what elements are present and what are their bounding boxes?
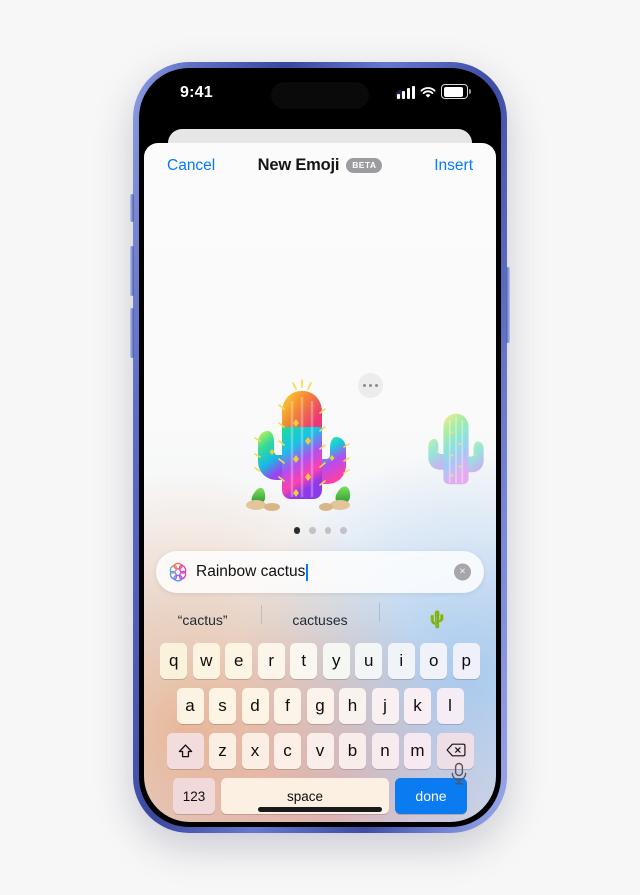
key-d[interactable]: d	[241, 688, 269, 724]
key-x[interactable]: x	[241, 733, 269, 769]
pastel-rainbow-cactus-emoji[interactable]	[412, 405, 496, 493]
key-e[interactable]: e	[225, 643, 253, 679]
prompt-text-value: Rainbow cactus	[196, 563, 306, 580]
page-dot-4[interactable]	[340, 527, 347, 534]
emoji-prompt-input[interactable]: Rainbow cactus ×	[156, 551, 484, 593]
key-z[interactable]: z	[209, 733, 236, 769]
key-c[interactable]: c	[274, 733, 301, 769]
key-y[interactable]: y	[322, 643, 350, 679]
numeric-mode-key[interactable]: 123	[173, 778, 215, 814]
key-a[interactable]: a	[176, 688, 204, 724]
key-t[interactable]: t	[290, 643, 318, 679]
prediction-quoted-word[interactable]: “cactus”	[144, 612, 261, 628]
shift-key[interactable]	[166, 733, 204, 769]
key-u[interactable]: u	[355, 643, 383, 679]
shift-arrow-icon	[176, 742, 195, 761]
wifi-icon	[420, 86, 436, 99]
prediction-word[interactable]: cactuses	[261, 605, 378, 628]
rainbow-cactus-emoji[interactable]	[232, 375, 372, 515]
key-l[interactable]: l	[436, 688, 464, 724]
key-h[interactable]: h	[339, 688, 366, 724]
predictive-text-bar: “cactus” cactuses 🌵	[144, 603, 496, 637]
new-emoji-sheet: Cancel New Emoji BETA Insert Rainbow cac…	[144, 143, 496, 822]
prediction-emoji[interactable]: 🌵	[378, 603, 496, 630]
key-o[interactable]: o	[420, 643, 448, 679]
cellular-signal-icon	[397, 86, 415, 99]
power-button[interactable]	[506, 267, 510, 343]
battery-icon	[441, 84, 471, 99]
status-bar: 9:41	[144, 73, 496, 121]
home-indicator	[258, 807, 382, 812]
key-s[interactable]: s	[209, 688, 236, 724]
volume-up-button[interactable]	[130, 246, 134, 296]
key-v[interactable]: v	[306, 733, 334, 769]
key-w[interactable]: w	[192, 643, 220, 679]
keyboard-row-2: a s d f g h j k l	[147, 688, 493, 724]
key-g[interactable]: g	[306, 688, 334, 724]
phone-bezel: 9:41 Cancel New Emoji BETA Insert Rainbo…	[139, 68, 501, 827]
microphone-icon[interactable]	[449, 762, 469, 786]
key-p[interactable]: p	[452, 643, 480, 679]
key-n[interactable]: n	[371, 733, 399, 769]
text-cursor	[306, 563, 309, 581]
key-j[interactable]: j	[371, 688, 399, 724]
key-k[interactable]: k	[404, 688, 431, 724]
carousel-page-dots[interactable]	[144, 527, 496, 534]
keyboard-row-1: q w e r t y u i o p	[147, 643, 493, 679]
key-q[interactable]: q	[160, 643, 188, 679]
iphone-device-frame: 9:41 Cancel New Emoji BETA Insert Rainbo…	[130, 62, 510, 833]
page-dot-2[interactable]	[309, 527, 316, 534]
onscreen-keyboard: q w e r t y u i o p a s d f g h j k l z …	[144, 639, 496, 822]
dynamic-island	[271, 82, 406, 109]
page-title: New Emoji	[257, 156, 340, 174]
phone-screen: 9:41 Cancel New Emoji BETA Insert Rainbo…	[144, 73, 496, 822]
key-i[interactable]: i	[387, 643, 415, 679]
beta-badge: BETA	[346, 158, 383, 173]
keyboard-row-3: z x c v b n m	[147, 733, 493, 769]
key-f[interactable]: f	[274, 688, 301, 724]
action-button[interactable]	[130, 194, 134, 222]
key-b[interactable]: b	[339, 733, 366, 769]
clear-text-button[interactable]: ×	[454, 563, 471, 581]
prompt-input-row: Rainbow cactus ×	[144, 551, 496, 593]
status-indicators	[397, 84, 471, 99]
volume-down-button[interactable]	[130, 308, 134, 358]
page-dot-1[interactable]	[293, 527, 300, 534]
emoji-preview-carousel[interactable]	[144, 195, 496, 534]
status-time: 9:41	[180, 84, 213, 101]
sheet-header: Cancel New Emoji BETA Insert	[144, 143, 496, 195]
page-dot-3[interactable]	[324, 527, 331, 534]
delete-backspace-icon	[446, 742, 465, 761]
key-m[interactable]: m	[404, 733, 431, 769]
key-r[interactable]: r	[257, 643, 285, 679]
insert-button[interactable]: Insert	[434, 157, 473, 175]
apple-intelligence-bloom-icon	[167, 561, 189, 583]
